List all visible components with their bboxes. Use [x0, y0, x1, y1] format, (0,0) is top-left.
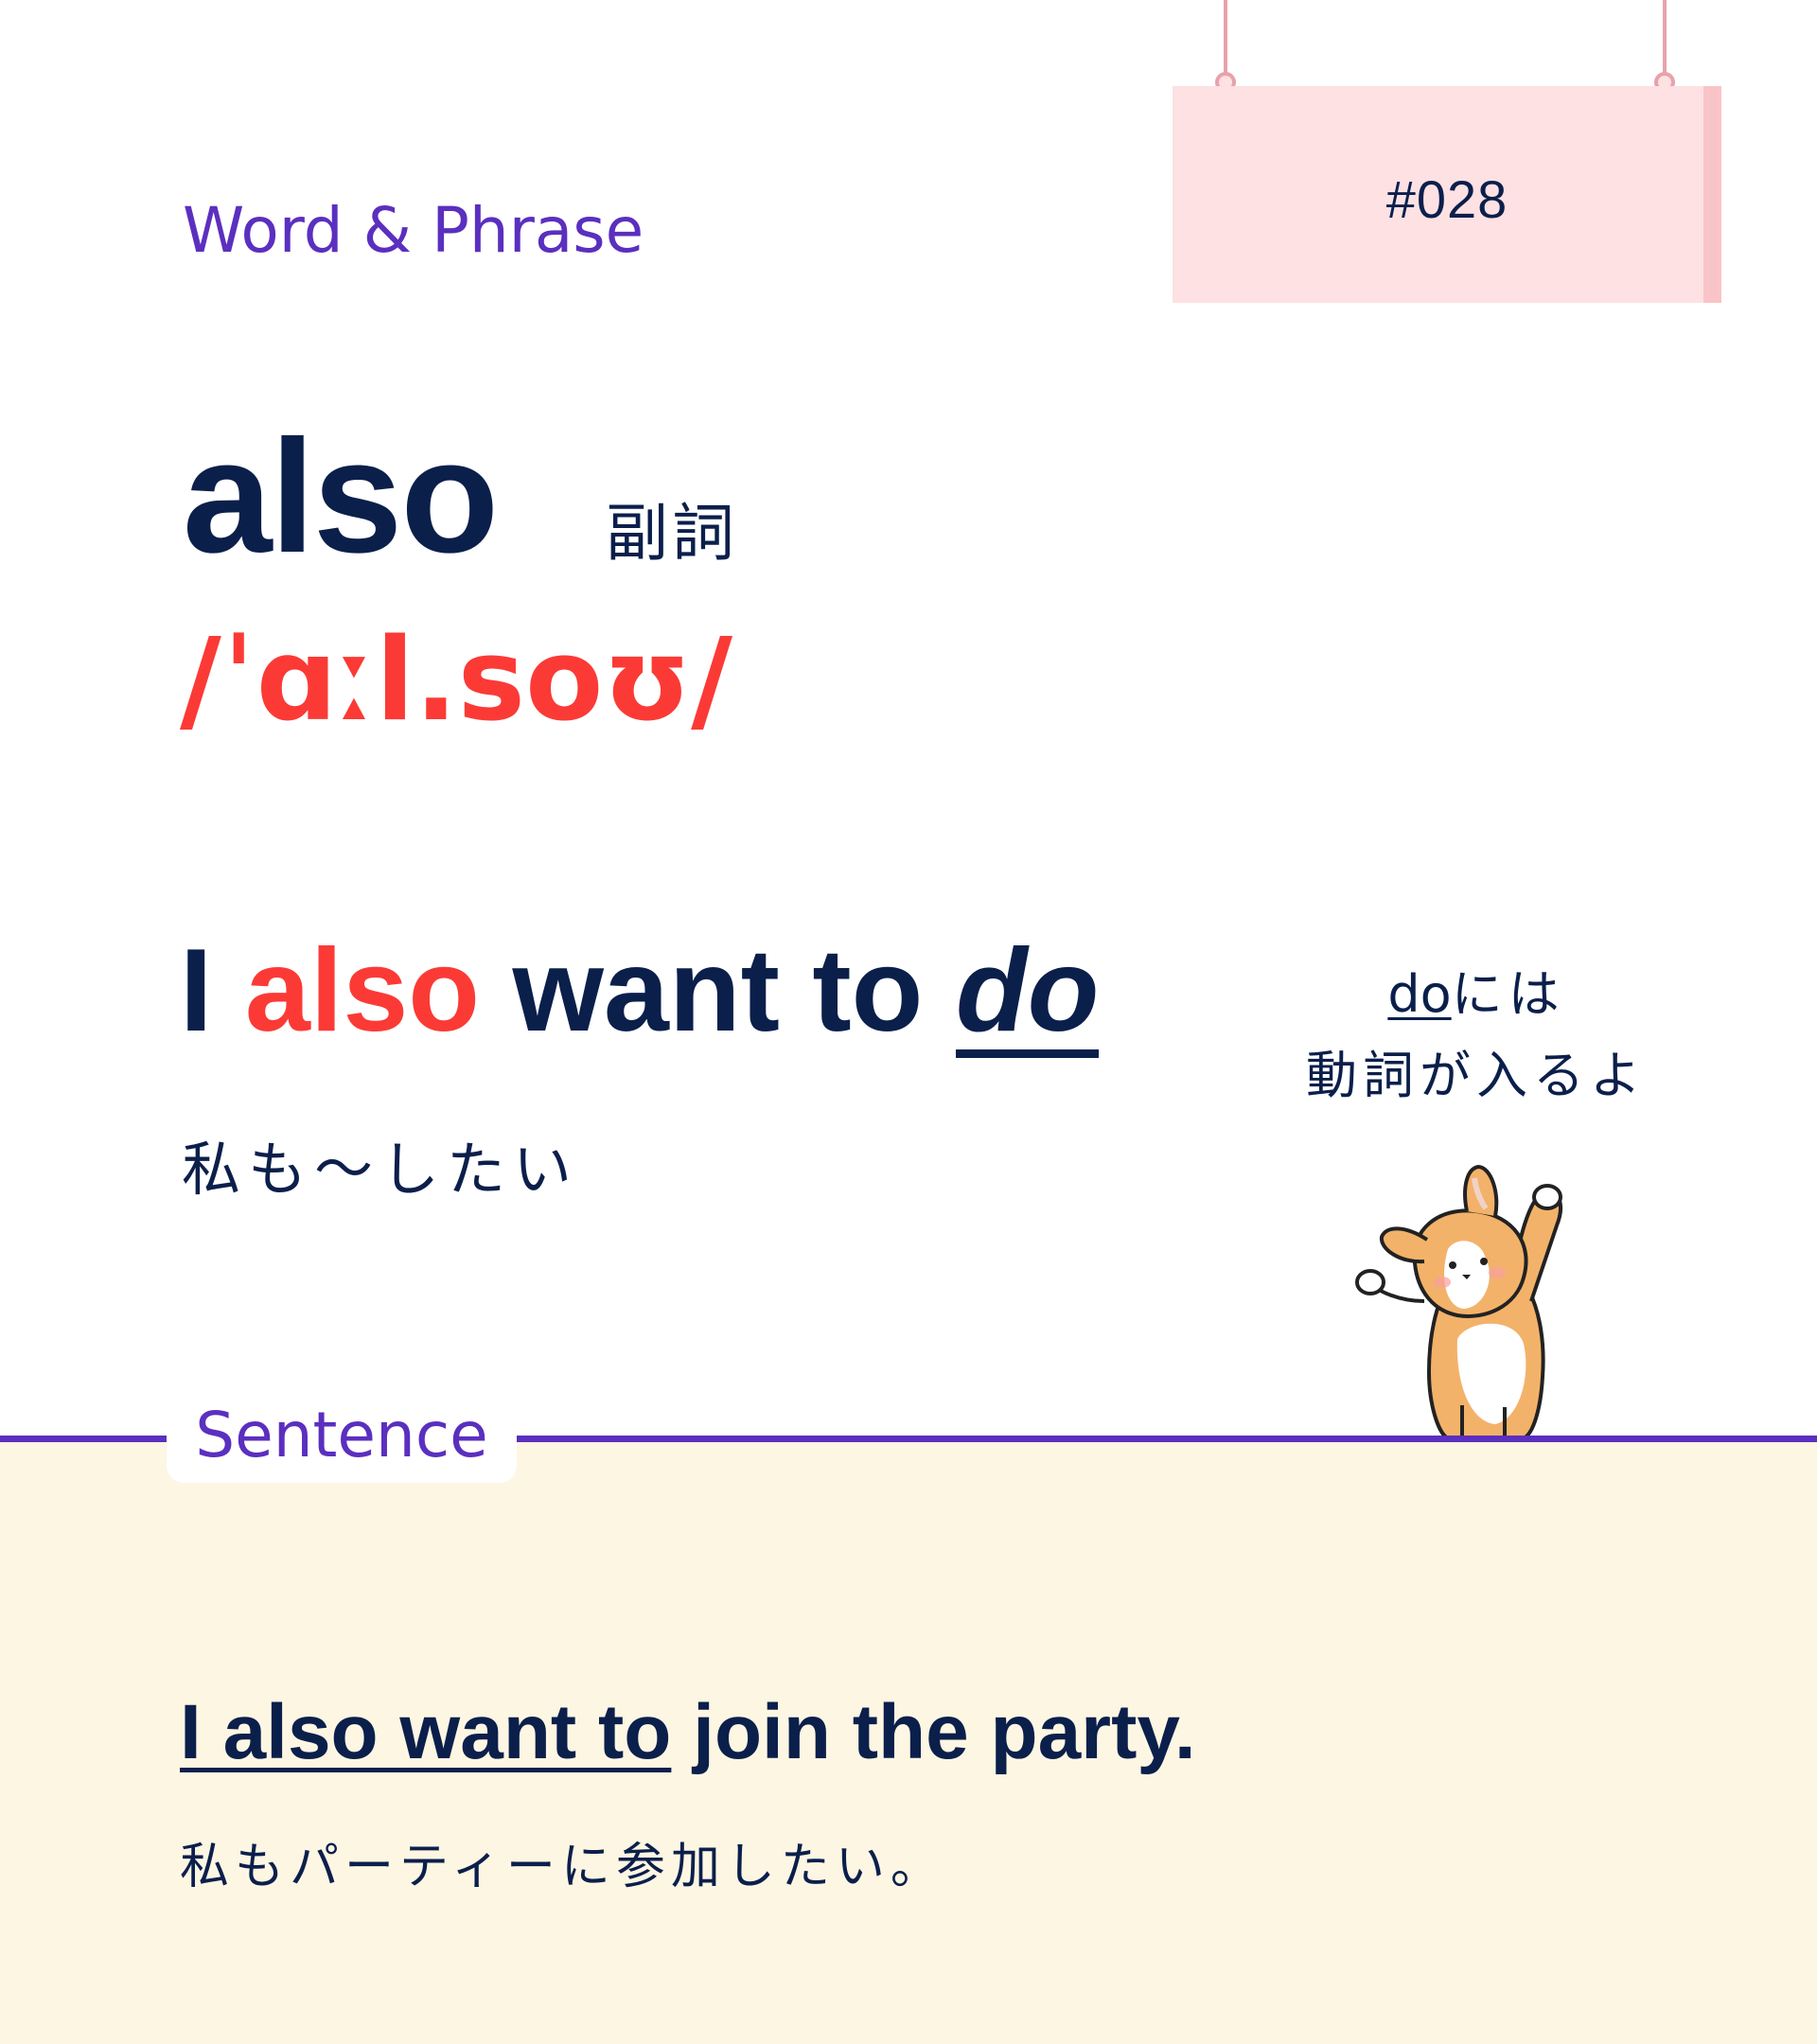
note-underlined-word: do — [1387, 964, 1452, 1024]
section-label-word-phrase: Word & Phrase — [183, 194, 644, 267]
note-line-1: doには — [1297, 954, 1656, 1035]
sign-string-right — [1663, 0, 1667, 76]
corgi-mascot-icon — [1355, 1164, 1562, 1440]
card-number: #028 — [1385, 169, 1508, 229]
example-sentence-translation: 私もパーティーに参加したい。 — [180, 1839, 945, 1895]
pattern-part1: I — [180, 925, 245, 1056]
headword: also — [183, 407, 499, 587]
pattern-slot: do — [955, 925, 1100, 1058]
example-sentence-rest: join the party. — [671, 1689, 1196, 1775]
pattern-translation: 私も～したい — [182, 1135, 580, 1204]
pattern-part2: want to — [480, 925, 956, 1056]
note-line1-rest: には — [1451, 964, 1565, 1024]
sign-string-left — [1224, 0, 1227, 76]
example-sentence: I also want to join the party. — [180, 1694, 1196, 1771]
phrase-pattern: I also want to do — [180, 925, 1100, 1058]
grammar-note: doには 動詞が入るよ — [1297, 954, 1656, 1117]
example-sentence-underlined: I also want to — [180, 1689, 672, 1775]
pattern-highlight: also — [244, 925, 481, 1056]
note-line-2: 動詞が入るよ — [1306, 1046, 1647, 1105]
part-of-speech: 副詞 — [606, 497, 738, 570]
pronunciation: /ˈɑːl.soʊ/ — [180, 615, 733, 747]
section-label-sentence: Sentence — [195, 1399, 488, 1471]
